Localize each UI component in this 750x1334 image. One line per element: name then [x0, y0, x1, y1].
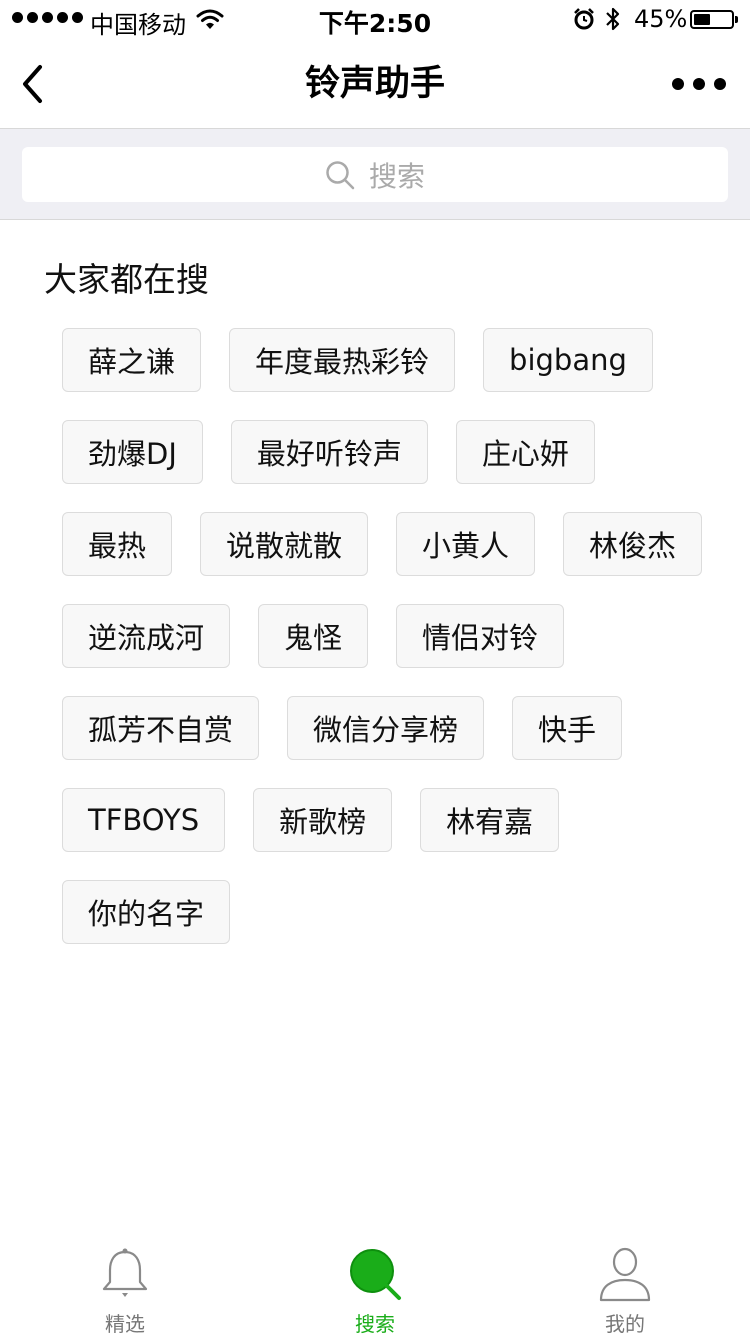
search-input[interactable]: 搜索 — [22, 147, 728, 202]
hot-search-tag[interactable]: 新歌榜 — [253, 788, 393, 852]
search-area: 搜索 — [0, 128, 750, 220]
hot-search-tag[interactable]: 情侣对铃 — [396, 604, 565, 668]
hot-search-title: 大家都在搜 — [44, 260, 209, 299]
hot-search-tag[interactable]: 微信分享榜 — [287, 696, 485, 760]
hot-search-tag[interactable]: 林宥嘉 — [420, 788, 560, 852]
tab-featured[interactable]: 精选 — [0, 1236, 250, 1334]
tab-label: 精选 — [105, 1312, 145, 1334]
hot-search-tag[interactable]: TFBOYS — [62, 788, 226, 852]
hot-search-tag[interactable]: 年度最热彩铃 — [229, 328, 456, 392]
tab-bar: 精选 搜索 我的 — [0, 1236, 750, 1334]
hot-search-tag[interactable]: 鬼怪 — [258, 604, 369, 668]
hot-search-tag[interactable]: 你的名字 — [62, 880, 231, 944]
battery-percentage: 45% — [634, 5, 688, 33]
tab-label: 我的 — [605, 1312, 645, 1334]
navigation-bar: 铃声助手 — [0, 40, 750, 128]
hot-search-tag[interactable]: bigbang — [483, 328, 653, 392]
hot-search-tag[interactable]: 庄心妍 — [455, 420, 595, 484]
search-icon — [350, 1249, 401, 1300]
alarm-icon — [574, 8, 594, 30]
battery-icon — [690, 10, 738, 29]
hot-search-tag[interactable]: 林俊杰 — [563, 512, 703, 576]
status-bar: 中国移动 下午2:50 45% — [0, 0, 750, 40]
hot-search-tag[interactable]: 小黄人 — [396, 512, 536, 576]
more-options-button[interactable] — [672, 70, 730, 98]
hot-search-tag[interactable]: 劲爆DJ — [62, 420, 203, 484]
bell-icon — [102, 1248, 148, 1297]
hot-search-tag[interactable]: 最热 — [62, 512, 173, 576]
bluetooth-icon — [606, 7, 620, 31]
tab-label: 搜索 — [355, 1312, 395, 1334]
hot-search-tag[interactable]: 薛之谦 — [62, 328, 202, 392]
search-icon — [326, 160, 355, 189]
hot-search-tag[interactable]: 最好听铃声 — [230, 420, 428, 484]
tab-search[interactable]: 搜索 — [250, 1236, 500, 1334]
hot-search-tag[interactable]: 孤芳不自赏 — [62, 696, 260, 760]
hot-search-tag[interactable]: 说散就散 — [200, 512, 369, 576]
hot-search-tag[interactable]: 快手 — [512, 696, 623, 760]
search-placeholder: 搜索 — [368, 159, 425, 193]
page-title: 铃声助手 — [304, 64, 445, 104]
tab-mine[interactable]: 我的 — [500, 1236, 750, 1334]
hot-search-tag[interactable]: 逆流成河 — [62, 604, 231, 668]
user-icon — [599, 1247, 651, 1302]
app-screen: 中国移动 下午2:50 45% 铃声助手 搜索 大家都在搜 薛之谦 年度最热彩铃… — [0, 0, 750, 1334]
hot-search-tags: 薛之谦 年度最热彩铃 bigbang 劲爆DJ 最好听铃声 庄心妍最热 说散就散 小黄人 林俊杰… — [62, 328, 722, 944]
more-dots-icon — [672, 78, 684, 90]
